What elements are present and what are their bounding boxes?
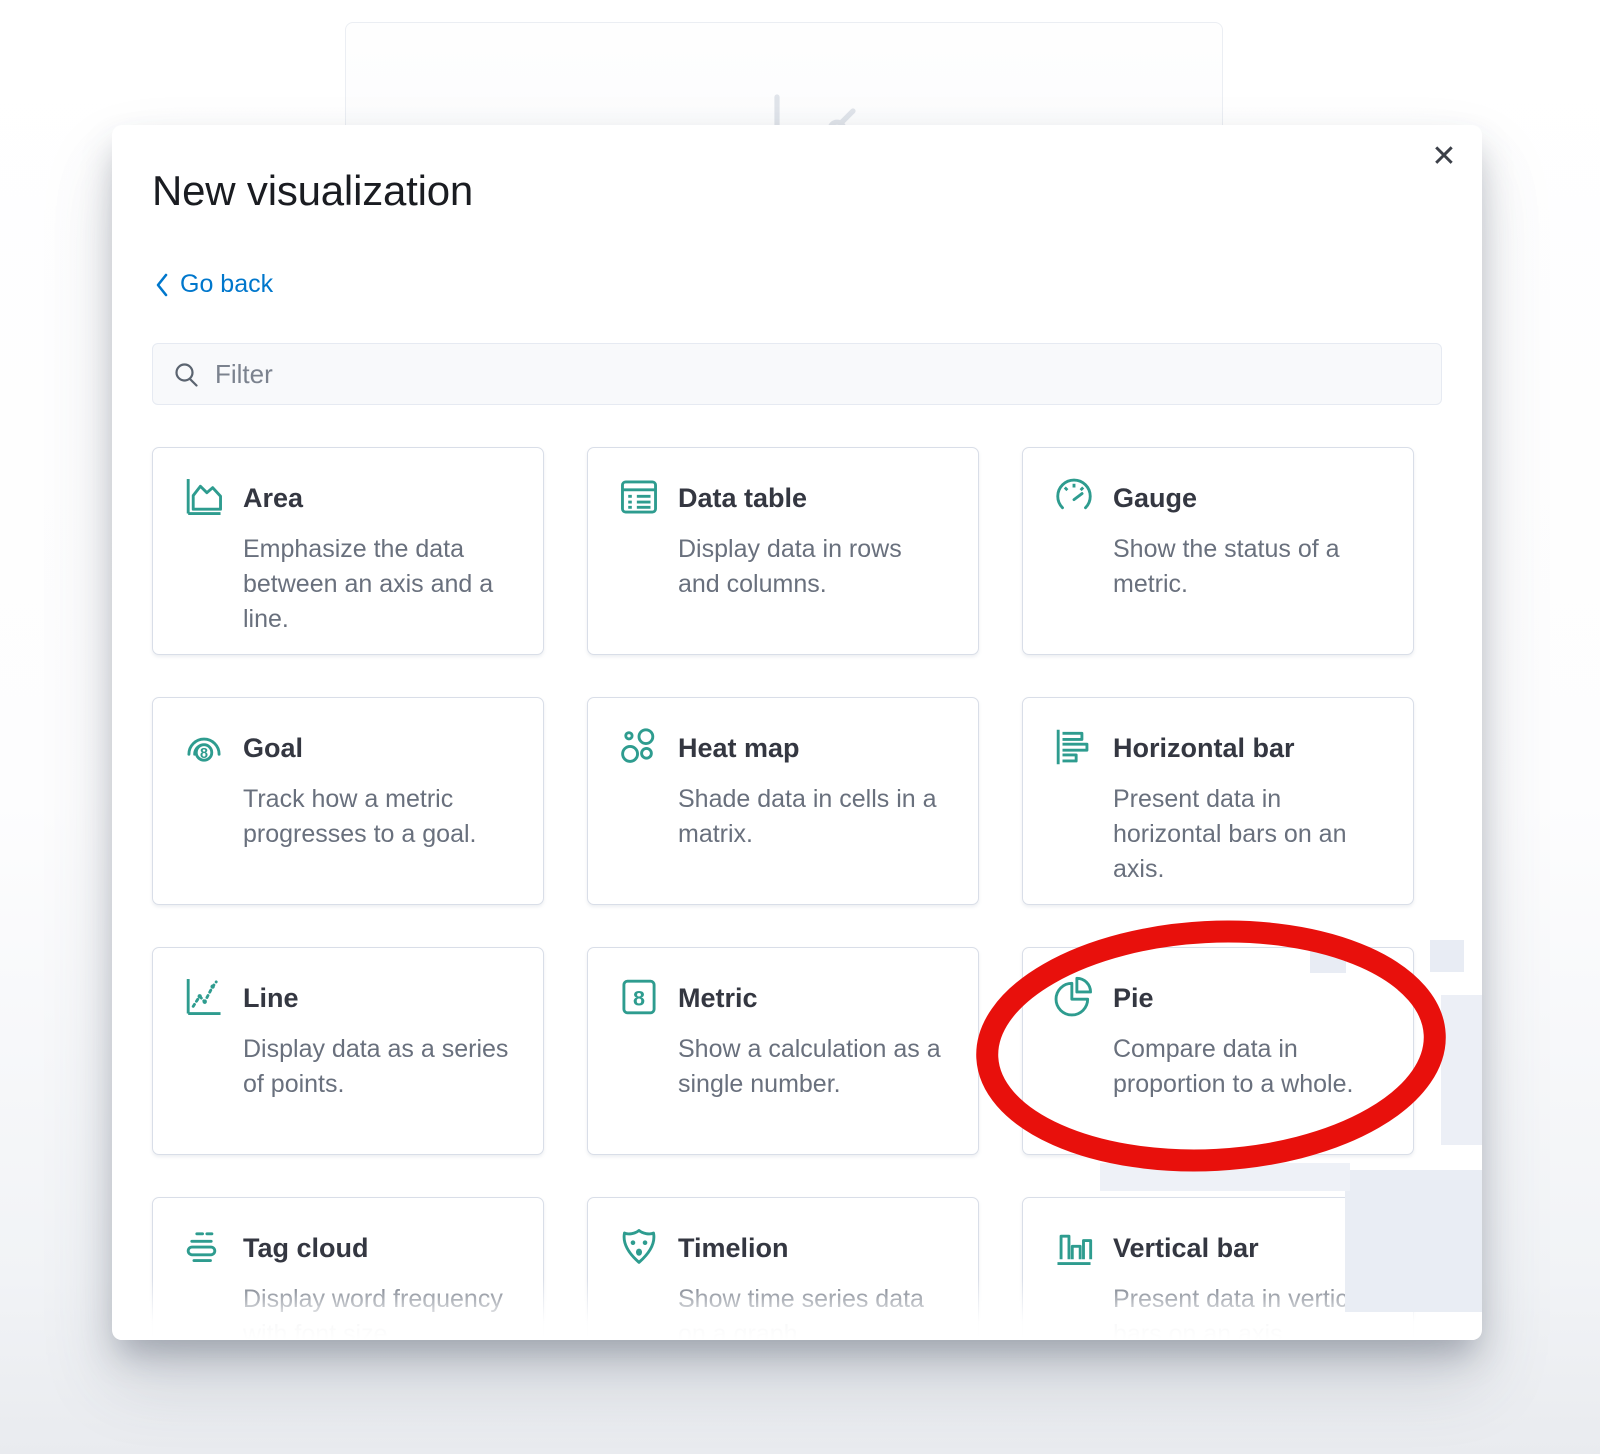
close-icon[interactable]: ✕ — [1422, 135, 1466, 179]
background-illustration-shape — [1345, 1170, 1482, 1312]
modal-title: New visualization — [152, 167, 473, 215]
background-illustration-shape — [1441, 995, 1482, 1145]
viz-card-title: Heat map — [678, 733, 800, 764]
viz-card-title: Tag cloud — [243, 1233, 369, 1264]
tag-cloud-icon — [181, 1224, 227, 1270]
data-table-icon — [616, 474, 662, 520]
viz-card-title: Metric — [678, 983, 758, 1014]
viz-card-description: Compare data in proportion to a whole. — [1113, 1032, 1385, 1102]
metric-icon: 8 — [616, 974, 662, 1020]
viz-card-description: Show the status of a metric. — [1113, 532, 1385, 602]
viz-card-title: Goal — [243, 733, 303, 764]
go-back-label: Go back — [180, 270, 273, 299]
viz-card-description: Show time series data on a graph. — [678, 1282, 950, 1340]
viz-card-pie[interactable]: Pie Compare data in proportion to a whol… — [1022, 947, 1414, 1155]
visualization-type-grid: Area Emphasize the data between an axis … — [152, 447, 1444, 1340]
viz-card-title: Area — [243, 483, 303, 514]
horizontal-bar-icon — [1051, 724, 1097, 770]
viz-card-metric[interactable]: 8 Metric Show a calculation as a single … — [587, 947, 979, 1155]
go-back-link[interactable]: Go back — [154, 270, 273, 299]
viz-card-horizontal-bar[interactable]: Horizontal bar Present data in horizonta… — [1022, 697, 1414, 905]
viz-card-title: Horizontal bar — [1113, 733, 1295, 764]
vertical-bar-icon — [1051, 1224, 1097, 1270]
pie-chart-icon — [1051, 974, 1097, 1020]
viz-card-description: Display word frequency with font size. — [243, 1282, 515, 1340]
viz-card-tag-cloud[interactable]: Tag cloud Display word frequency with fo… — [152, 1197, 544, 1340]
viz-card-description: Display data in rows and columns. — [678, 532, 950, 602]
viz-card-gauge[interactable]: Gauge Show the status of a metric. — [1022, 447, 1414, 655]
viz-card-title: Gauge — [1113, 483, 1197, 514]
new-visualization-modal: New visualization ✕ Go back Area Emph — [112, 125, 1482, 1340]
filter-search-field[interactable] — [152, 343, 1442, 405]
viz-card-area[interactable]: Area Emphasize the data between an axis … — [152, 447, 544, 655]
viz-card-title: Vertical bar — [1113, 1233, 1259, 1264]
viz-card-goal[interactable]: 8 Goal Track how a metric progresses to … — [152, 697, 544, 905]
viz-card-description: Show a calculation as a single number. — [678, 1032, 950, 1102]
viz-card-data-table[interactable]: Data table Display data in rows and colu… — [587, 447, 979, 655]
heat-map-icon — [616, 724, 662, 770]
area-chart-icon — [181, 474, 227, 520]
viz-card-heat-map[interactable]: Heat map Shade data in cells in a matrix… — [587, 697, 979, 905]
svg-text:8: 8 — [633, 985, 645, 1010]
goal-icon: 8 — [181, 724, 227, 770]
search-icon — [173, 361, 200, 388]
viz-card-title: Line — [243, 983, 299, 1014]
line-chart-icon — [181, 974, 227, 1020]
viz-card-title: Data table — [678, 483, 807, 514]
viz-card-timelion[interactable]: Timelion Show time series data on a grap… — [587, 1197, 979, 1340]
gauge-icon — [1051, 474, 1097, 520]
viz-card-title: Timelion — [678, 1233, 789, 1264]
viz-card-description: Present data in horizontal bars on an ax… — [1113, 782, 1385, 887]
background-illustration-shape — [1430, 940, 1464, 972]
viz-card-description: Shade data in cells in a matrix. — [678, 782, 950, 852]
chevron-left-icon — [154, 272, 169, 298]
viz-card-description: Display data as a series of points. — [243, 1032, 515, 1102]
viz-card-description: Emphasize the data between an axis and a… — [243, 532, 515, 637]
background-illustration-shape — [1100, 1163, 1350, 1191]
background-illustration-shape — [1310, 943, 1346, 973]
viz-card-title: Pie — [1113, 983, 1154, 1014]
viz-card-line[interactable]: Line Display data as a series of points. — [152, 947, 544, 1155]
filter-input[interactable] — [215, 359, 1421, 390]
viz-card-description: Track how a metric progresses to a goal. — [243, 782, 515, 852]
svg-text:8: 8 — [200, 746, 208, 762]
timelion-icon — [616, 1224, 662, 1270]
